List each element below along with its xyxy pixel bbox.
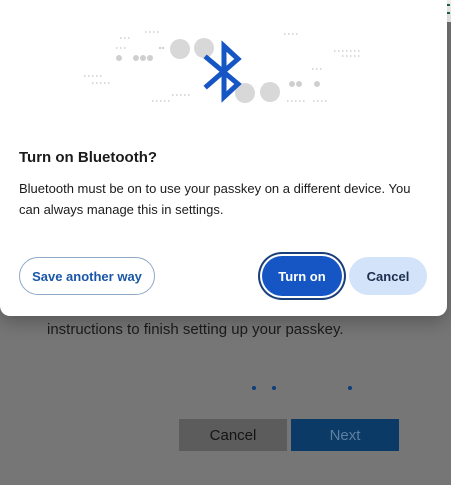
turn-on-button[interactable]: Turn on [262, 256, 342, 296]
progress-dot [252, 386, 256, 390]
progress-dot [348, 386, 352, 390]
progress-dots [0, 386, 451, 392]
background-cancel-button[interactable]: Cancel [179, 419, 287, 451]
dialog-body: Bluetooth must be on to use your passkey… [19, 181, 411, 217]
bluetooth-illustration [84, 31, 362, 103]
progress-dot [272, 386, 276, 390]
background-instructions: instructions to finish setting up your p… [47, 321, 344, 338]
cancel-button[interactable]: Cancel [349, 257, 427, 295]
save-another-way-button[interactable]: Save another way [19, 257, 155, 295]
bluetooth-dialog: Turn on Bluetooth? Bluetooth must be on … [0, 0, 447, 316]
dialog-title: Turn on Bluetooth? [19, 149, 158, 166]
background-next-button[interactable]: Next [291, 419, 399, 451]
